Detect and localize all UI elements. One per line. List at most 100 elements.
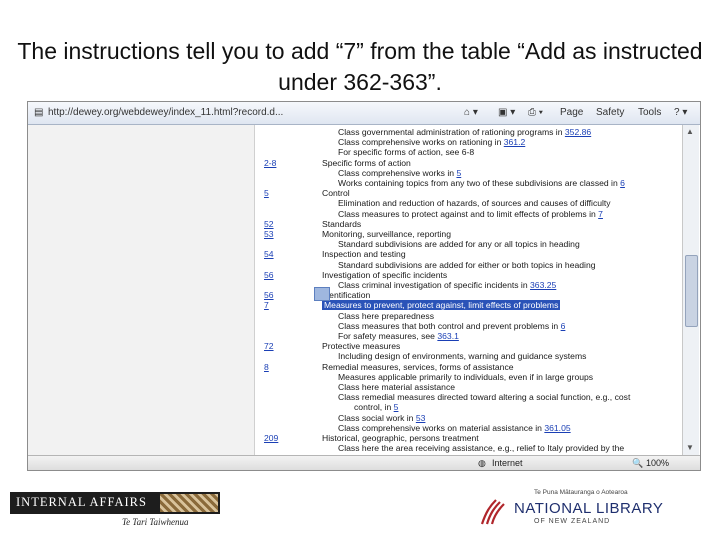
schedule-number-link[interactable]: 5 [264,188,269,198]
schedule-number-link[interactable]: 56 [264,270,274,280]
schedule-text: Class here preparedness [338,310,435,321]
schedule-text: For safety measures, see [338,331,435,341]
highlighted-heading: Measures to prevent, protect against, li… [322,300,561,311]
class-number-link[interactable]: 363.25 [530,280,556,290]
schedule-text: Specific forms of action [322,157,411,168]
schedule-row: For safety measures, see 363.1 [338,331,459,341]
schedule-text: Class here material assistance [338,382,456,392]
class-number-link[interactable]: 5 [456,168,461,178]
schedule-row: Class measures that both control and pre… [338,321,565,331]
browser-toolbar: ▤ http://dewey.org/webdewey/index_11.htm… [28,102,700,125]
schedule-row: Works containing topics from any two of … [338,178,625,188]
schedule-number-link[interactable]: 54 [264,249,274,259]
schedule-text: Standard subdivisions are added for any … [338,239,580,250]
schedule-row: Monitoring, surveillance, reporting [322,229,451,239]
tools-menu[interactable]: Tools [638,107,661,118]
schedule-row: Measures applicable primarily to individ… [338,372,593,382]
internal-affairs-logo: INTERNAL AFFAIRS Te Tari Taiwhenua [10,492,220,532]
class-number-link[interactable]: 363.1 [437,331,459,341]
schedule-text: Including design of environments, warnin… [338,351,587,362]
schedule-text: For specific forms of action, see 6-8 [338,147,475,158]
help-icon[interactable]: ? ▾ [674,107,687,118]
page-menu[interactable]: Page [560,107,583,118]
ia-maori-name: Te Tari Taiwhenua [122,517,189,527]
schedule-row: Class here preparedness [338,311,434,321]
schedule-row: Control [322,188,350,198]
schedule-text: Class measures that both control and pre… [338,320,559,331]
class-number-link[interactable]: 6 [561,321,566,331]
class-number-link[interactable]: 352.86 [565,127,591,137]
class-number-link[interactable]: 5 [394,402,399,412]
schedule-row: For specific forms of action, see 6-8 [338,147,474,157]
schedule-row: Class governmental administration of rat… [338,127,591,137]
schedule-number-link[interactable]: 7 [264,300,269,310]
class-number-link[interactable]: 7 [598,209,603,219]
national-library-logo: Te Puna Mātauranga o Aotearoa NATIONAL L… [476,486,716,536]
scroll-up-icon[interactable]: ▲ [686,127,694,136]
national-library-mark-icon [480,499,505,525]
schedule-row: Class comprehensive works on rationing i… [338,137,525,147]
schedule-row: Class social work in 53 [338,413,425,423]
schedule-text: Historical, geographic, persons treatmen… [322,433,479,443]
schedule-text: Class comprehensive works on rationing i… [338,137,502,148]
schedule-number-link[interactable]: 209 [264,433,278,443]
class-number-link[interactable]: 361.2 [504,137,526,147]
zoom-level[interactable]: 100% [646,458,669,468]
cursor-icon [314,287,330,301]
schedule-row: Protective measures [322,341,400,351]
nl-name: NATIONAL LIBRARY [514,500,664,517]
feeds-icon[interactable]: ▣ ▾ [498,107,515,118]
schedule-row: Class here the area receiving assistance… [338,443,624,453]
slide-title: The instructions tell you to add “7” fro… [17,38,703,95]
left-navigation-pane [28,125,255,455]
schedule-text: Elimination and reduction of hazards, of… [338,198,611,209]
ia-bar: INTERNAL AFFAIRS [10,492,220,514]
schedule-number-link[interactable]: 2-8 [264,158,276,168]
schedule-number-link[interactable]: 56 [264,290,274,300]
ia-name: INTERNAL AFFAIRS [16,495,147,509]
schedule-text: Works containing topics from any two of … [338,178,618,188]
schedule-row: Including design of environments, warnin… [338,351,586,361]
schedule-text: Class social work in [338,412,414,423]
nl-sub: OF NEW ZEALAND [534,518,611,525]
schedule-number-link[interactable]: 52 [264,219,274,229]
schedule-row: control, in 5 [354,402,398,412]
ia-weave-pattern [160,494,218,512]
schedule-row: Measures to prevent, protect against, li… [322,300,561,311]
status-bar: ◍ Internet 🔍 100% [28,455,700,470]
address-text[interactable]: http://dewey.org/webdewey/index_11.html?… [48,107,283,118]
schedule-text: control, in [354,402,392,413]
scroll-down-icon[interactable]: ▼ [686,443,694,452]
schedule-number-link[interactable]: 72 [264,341,274,351]
class-number-link[interactable]: 6 [620,178,625,188]
class-number-link[interactable]: 53 [416,413,426,423]
schedule-number-link[interactable]: 53 [264,229,274,239]
schedule-row: Historical, geographic, persons treatmen… [322,433,479,443]
vertical-scrollbar[interactable]: ▲ ▼ [682,125,699,455]
schedule-text: Remedial measures, services, forms of as… [322,361,514,372]
browser-screenshot: ▤ http://dewey.org/webdewey/index_11.htm… [27,101,701,471]
schedule-row: Class remedial measures directed toward … [338,392,630,402]
schedule-text: Investigation of specific incidents [322,269,448,280]
print-icon[interactable]: ⎙ ▾ [528,107,543,118]
schedule-number-link[interactable]: 8 [264,362,269,372]
nl-tagline: Te Puna Mātauranga o Aotearoa [534,489,628,496]
schedule-text: Monitoring, surveillance, reporting [322,229,451,239]
zoom-icon[interactable]: 🔍 [632,458,643,469]
safety-menu[interactable]: Safety [596,107,624,118]
schedule-row: Class criminal investigation of specific… [338,280,556,290]
scroll-thumb[interactable] [685,255,698,327]
internet-zone-icon: ◍ [478,458,486,468]
class-number-link[interactable]: 361.05 [544,423,570,433]
schedule-text: Control [322,188,350,199]
schedule-text: Measures applicable primarily to individ… [338,371,594,382]
status-zone: Internet [492,458,523,468]
schedule-row: Class comprehensive works in 5 [338,168,461,178]
schedule-row: Investigation of specific incidents [322,270,447,280]
schedule-row: Specific forms of action [322,158,411,168]
schedule-text: Inspection and testing [322,249,406,260]
schedule-row: Class comprehensive works on material as… [338,423,571,433]
schedule-row: Elimination and reduction of hazards, of… [338,198,611,208]
home-icon[interactable]: ⌂ ▾ [464,107,478,118]
schedule-text: Class comprehensive works in [338,167,455,178]
